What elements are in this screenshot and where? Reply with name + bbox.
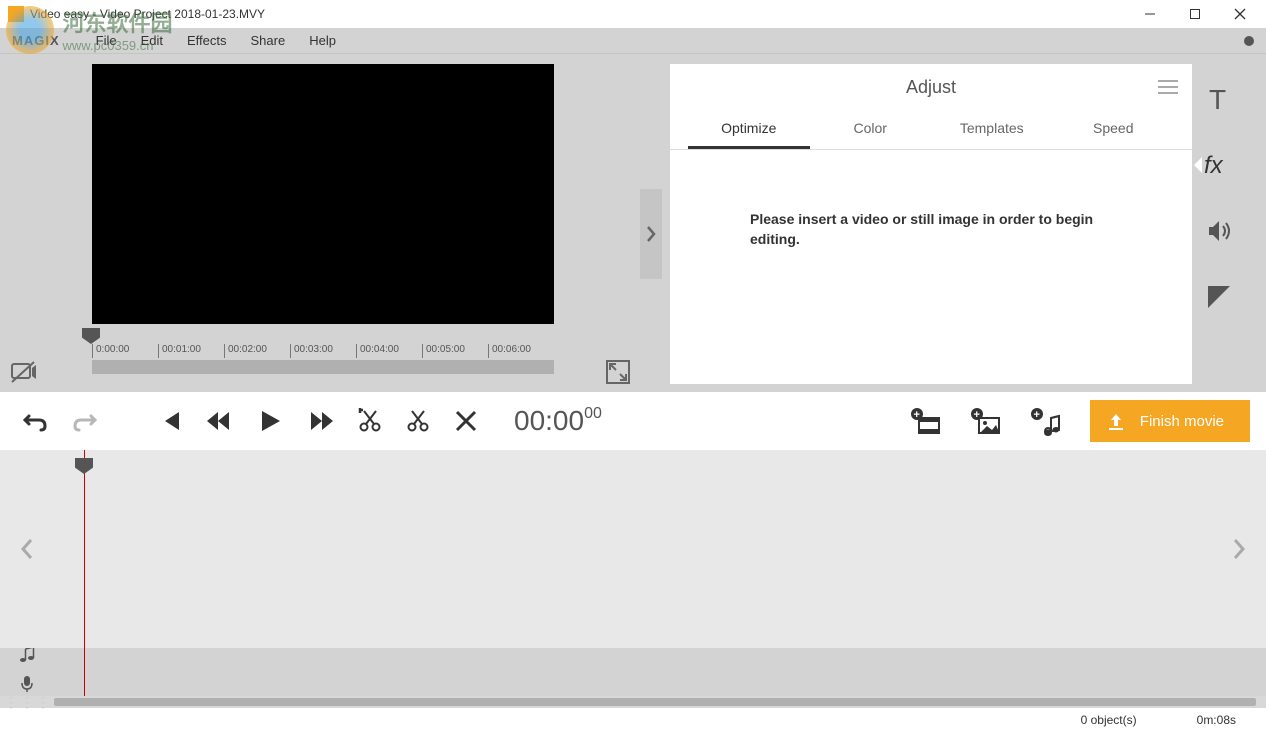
- ruler-tick: 00:06:00: [488, 344, 554, 358]
- contrast-tool-icon[interactable]: [1204, 282, 1234, 312]
- timeline: [0, 450, 1266, 648]
- menu-help[interactable]: Help: [297, 29, 348, 52]
- transport-bar: 00:0000 + + + Finish movie: [0, 392, 1266, 450]
- menu-effects[interactable]: Effects: [175, 29, 239, 52]
- menu-file[interactable]: File: [84, 29, 129, 52]
- fx-tool-icon[interactable]: fx: [1204, 150, 1234, 180]
- audio-tracks: [0, 648, 1266, 696]
- ruler-scrollbar[interactable]: [92, 360, 554, 374]
- ruler-tick: 00:01:00: [158, 344, 224, 358]
- resize-grip-icon[interactable]: ⋮⋮⋮: [4, 694, 52, 711]
- timeline-prev-button[interactable]: [0, 450, 54, 648]
- app-icon: [8, 6, 24, 22]
- close-button[interactable]: [1217, 0, 1262, 28]
- menu-edit[interactable]: Edit: [129, 29, 175, 52]
- preview-zone: 0:00:00 00:01:00 00:02:00 00:03:00 00:04…: [0, 54, 640, 392]
- music-track-icon[interactable]: [18, 646, 36, 669]
- hamburger-icon[interactable]: [1158, 76, 1178, 98]
- redo-button[interactable]: [64, 401, 104, 441]
- text-tool-icon[interactable]: T: [1204, 84, 1234, 114]
- adjust-title: Adjust: [906, 77, 956, 98]
- menu-share[interactable]: Share: [239, 29, 298, 52]
- svg-text:+: +: [1033, 409, 1039, 421]
- right-sidebar: T fx: [1192, 54, 1246, 392]
- tab-speed[interactable]: Speed: [1053, 110, 1175, 149]
- undo-button[interactable]: [16, 401, 56, 441]
- preview-screen[interactable]: [92, 64, 554, 324]
- fullscreen-icon[interactable]: [606, 360, 630, 384]
- svg-text:fx: fx: [1204, 152, 1224, 179]
- rewind-button[interactable]: [198, 401, 238, 441]
- ruler-tick: 00:03:00: [290, 344, 356, 358]
- volume-tool-icon[interactable]: [1204, 216, 1234, 246]
- upload-icon: [1106, 411, 1126, 431]
- tab-templates[interactable]: Templates: [931, 110, 1053, 149]
- add-video-button[interactable]: +: [904, 399, 948, 443]
- ruler-tick: 00:02:00: [224, 344, 290, 358]
- timeline-next-button[interactable]: [1212, 450, 1266, 648]
- add-audio-button[interactable]: +: [1024, 399, 1068, 443]
- ruler-playhead-icon[interactable]: [82, 328, 100, 344]
- adjust-message: Please insert a video or still image in …: [670, 150, 1192, 309]
- timeline-playhead[interactable]: [84, 450, 85, 648]
- menubar: MAGIX File Edit Effects Share Help: [0, 28, 1266, 54]
- tab-color[interactable]: Color: [810, 110, 932, 149]
- status-objects: 0 object(s): [1081, 713, 1137, 727]
- audio-track-area[interactable]: [54, 648, 1266, 696]
- preview-ruler[interactable]: 0:00:00 00:01:00 00:02:00 00:03:00 00:04…: [82, 332, 554, 380]
- timeline-track[interactable]: [54, 450, 1212, 648]
- play-button[interactable]: [246, 401, 294, 441]
- ruler-tick: 00:05:00: [422, 344, 488, 358]
- expand-panel-tab[interactable]: [640, 189, 662, 279]
- finish-label: Finish movie: [1140, 413, 1224, 430]
- forward-button[interactable]: [302, 401, 342, 441]
- tab-optimize[interactable]: Optimize: [688, 110, 810, 149]
- delete-button[interactable]: [446, 401, 486, 441]
- titlebar: Video easy - Video Project 2018-01-23.MV…: [0, 0, 1266, 28]
- minimize-button[interactable]: [1127, 0, 1172, 28]
- finish-movie-button[interactable]: Finish movie: [1090, 400, 1250, 442]
- timeline-scrollbar[interactable]: [0, 696, 1266, 708]
- add-image-button[interactable]: +: [964, 399, 1008, 443]
- ruler-tick: 0:00:00: [92, 344, 158, 358]
- hq-toggle-icon[interactable]: [10, 360, 38, 384]
- timecode-display: 00:0000: [514, 405, 602, 437]
- window-title: Video easy - Video Project 2018-01-23.MV…: [30, 7, 265, 21]
- ruler-tick: 00:04:00: [356, 344, 422, 358]
- status-duration: 0m:08s: [1197, 713, 1236, 727]
- maximize-button[interactable]: [1172, 0, 1217, 28]
- statusbar: 0 object(s) 0m:08s: [0, 708, 1266, 732]
- cut-button[interactable]: [398, 401, 438, 441]
- skip-start-button[interactable]: [150, 401, 190, 441]
- cut-start-button[interactable]: [350, 401, 390, 441]
- svg-text:T: T: [1209, 85, 1226, 113]
- logo: MAGIX: [12, 33, 60, 48]
- adjust-panel: Adjust Optimize Color Templates Speed Pl…: [670, 64, 1192, 384]
- record-indicator: [1244, 36, 1254, 46]
